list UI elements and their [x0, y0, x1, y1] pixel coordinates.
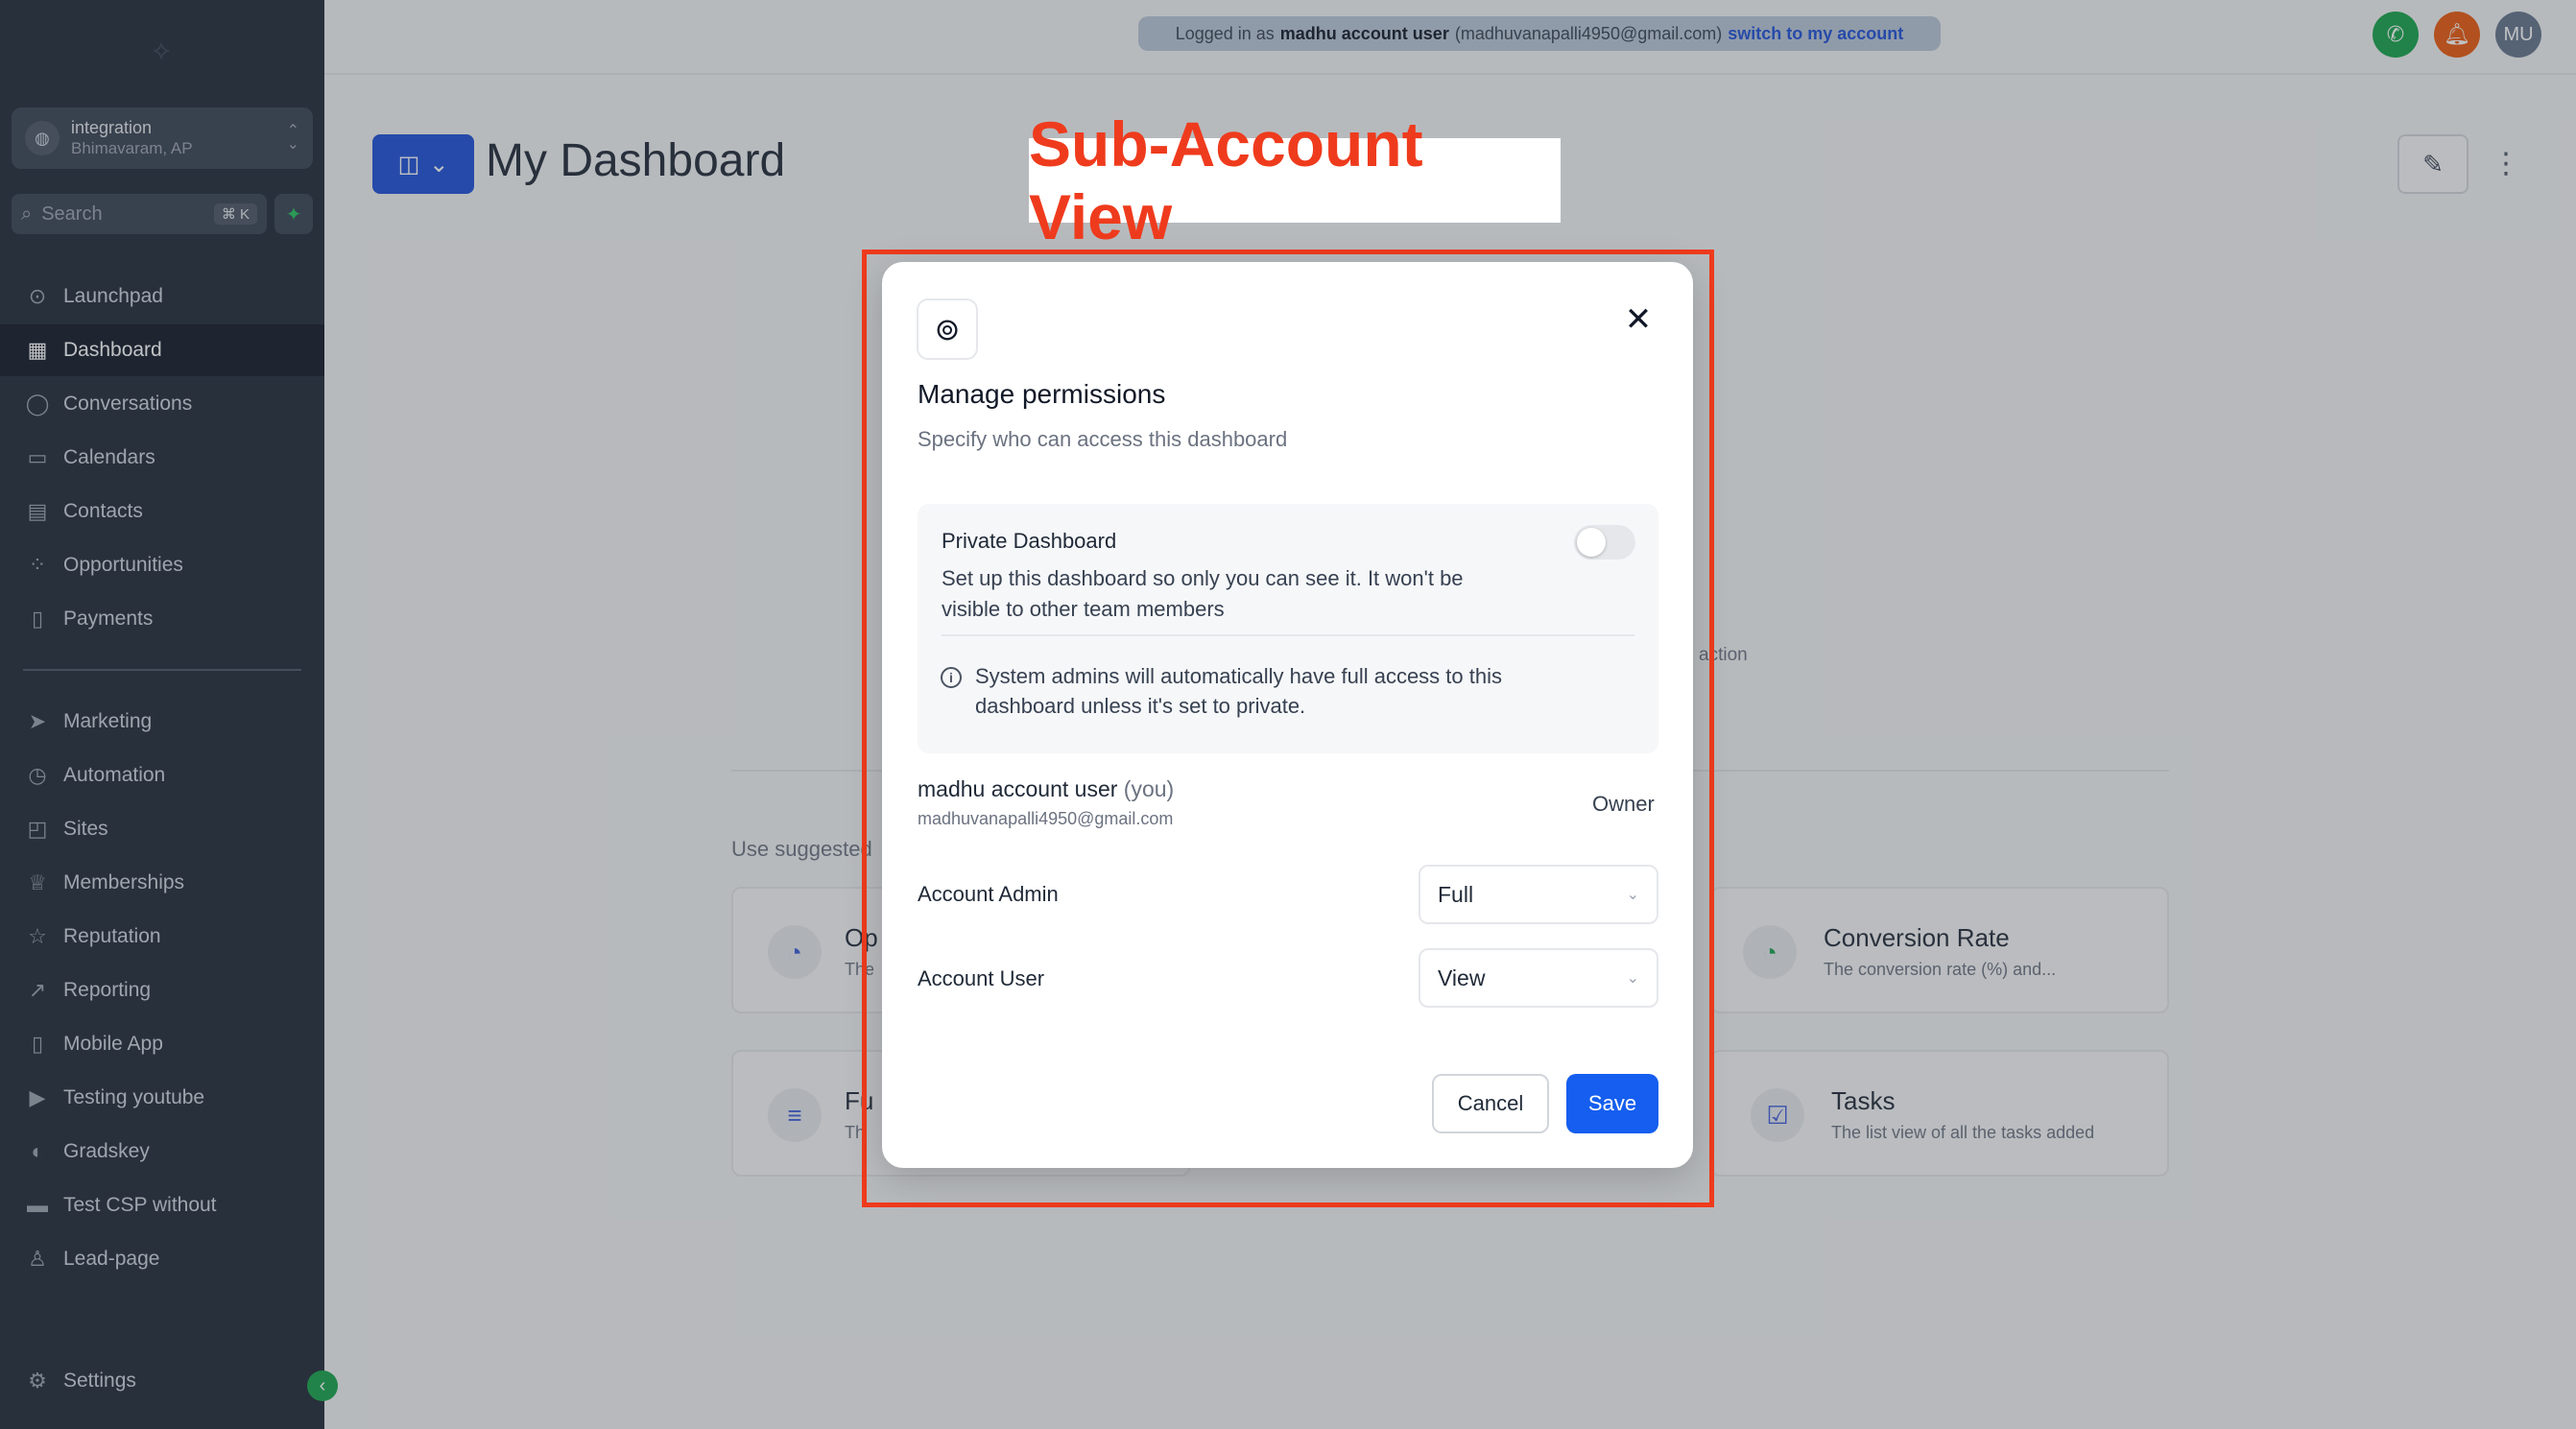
admin-access-note: System admins will automatically have fu…: [975, 664, 1502, 718]
manage-permissions-dialog: ⊚ ✕ Manage permissions Specify who can a…: [882, 262, 1693, 1168]
annotation-label: Sub-Account View: [1029, 108, 1561, 252]
account-user-label: Account User: [918, 966, 1045, 990]
account-admin-label: Account Admin: [918, 882, 1059, 906]
private-dashboard-description: Set up this dashboard so only you can se…: [942, 566, 1464, 621]
owner-row: madhu account user (you): [918, 776, 1174, 802]
private-dashboard-toggle[interactable]: [1574, 525, 1635, 560]
private-dashboard-panel: Private Dashboard Set up this dashboard …: [918, 504, 1658, 753]
owner-role: Owner: [1592, 792, 1655, 816]
account-admin-value: Full: [1438, 881, 1474, 907]
account-user-value: View: [1438, 965, 1486, 990]
toggle-knob: [1577, 528, 1606, 557]
dialog-title: Manage permissions: [918, 379, 1166, 409]
chevron-down-icon: ⌄: [1626, 970, 1639, 987]
dialog-subtitle: Specify who can access this dashboard: [918, 427, 1288, 451]
lock-icon: ⊚: [917, 298, 978, 360]
chevron-down-icon: ⌄: [1626, 887, 1639, 903]
account-admin-select[interactable]: Full ⌄: [1419, 865, 1658, 924]
cancel-button[interactable]: Cancel: [1432, 1074, 1549, 1133]
owner-email: madhuvanapalli4950@gmail.com: [918, 809, 1174, 828]
owner-you-tag: (you): [1123, 776, 1175, 801]
close-button[interactable]: ✕: [1619, 300, 1658, 339]
owner-name: madhu account user: [918, 776, 1118, 801]
panel-divider: [942, 634, 1634, 636]
save-button[interactable]: Save: [1566, 1074, 1658, 1133]
account-user-select[interactable]: View ⌄: [1419, 948, 1658, 1008]
close-icon: ✕: [1624, 301, 1653, 338]
private-dashboard-title: Private Dashboard: [942, 529, 1117, 553]
info-icon: i: [941, 667, 962, 688]
